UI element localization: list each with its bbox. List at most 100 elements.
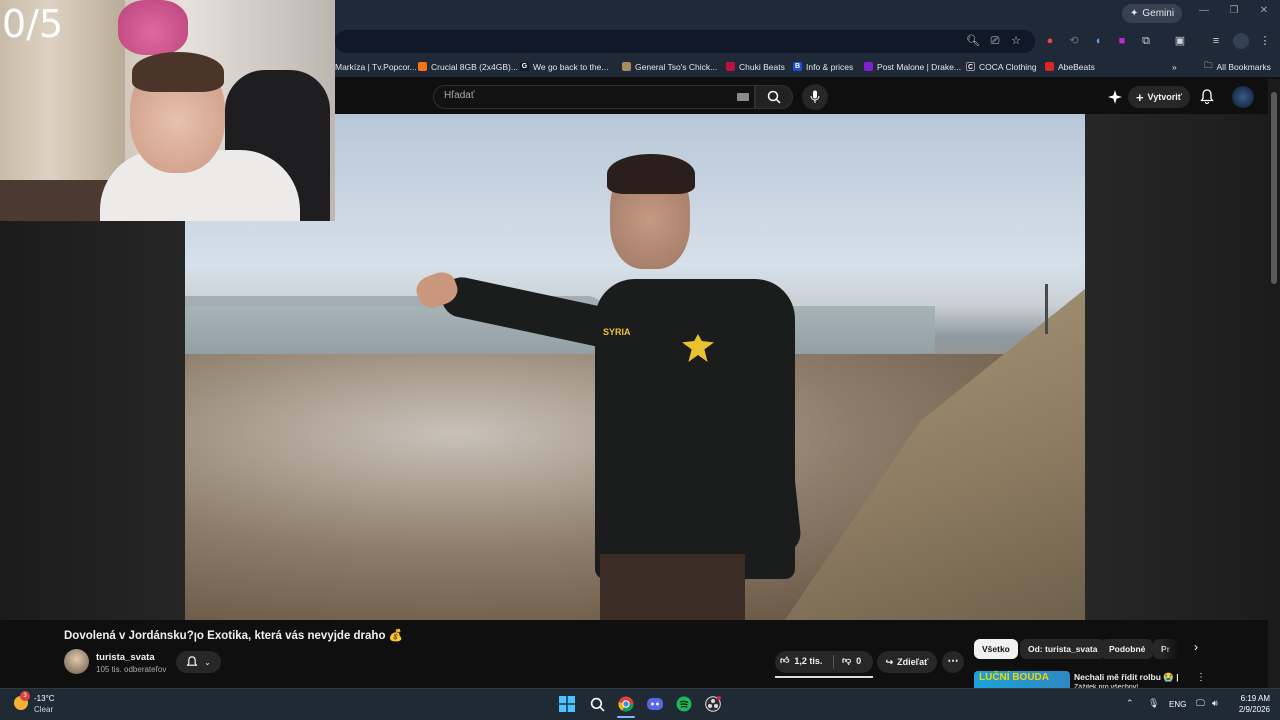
search-icon bbox=[767, 90, 781, 104]
thumbs-down-icon: 👎︎ bbox=[842, 655, 852, 665]
start-windows-icon[interactable] bbox=[558, 695, 576, 713]
more-actions-button[interactable]: ⋯ bbox=[942, 651, 964, 673]
thumbnail-text: LUČNÍ BOUDA bbox=[979, 672, 1049, 683]
tray-overflow-icon[interactable]: ⌃ bbox=[1126, 698, 1134, 709]
bookmark-item[interactable]: B Info & prices bbox=[793, 58, 853, 75]
bookmark-label: Post Malone | Drake... bbox=[877, 61, 961, 72]
like-button[interactable]: 👍︎ 1,2 tis. bbox=[780, 655, 822, 666]
bookmark-item[interactable]: C COCA Clothing bbox=[966, 58, 1037, 75]
sparkle-icon[interactable] bbox=[1108, 90, 1124, 106]
recommended-video-title[interactable]: Nechali mě řídit rolbu 😭 | bbox=[1074, 672, 1179, 683]
bookmark-item[interactable]: G We go back to the... bbox=[520, 58, 608, 75]
plus-icon: + bbox=[1135, 89, 1144, 105]
bookmark-favicon-icon: C bbox=[966, 62, 975, 71]
bookmark-favicon-icon bbox=[726, 62, 735, 71]
video-title: Dovolená v Jordánsku?ꞁo Exotika, která v… bbox=[64, 630, 403, 642]
weather-temperature: -13°C bbox=[34, 694, 55, 703]
cast-icon[interactable]: ⎚ bbox=[987, 33, 1003, 49]
chrome-icon[interactable] bbox=[617, 695, 635, 713]
obs-icon[interactable] bbox=[704, 695, 722, 713]
channel-name[interactable]: turista_svata bbox=[96, 652, 155, 663]
bookmark-item[interactable]: Markíza | Tv.Popcor... bbox=[335, 58, 417, 75]
bookmarks-overflow-icon[interactable]: » bbox=[1172, 58, 1177, 75]
subscription-bell-button[interactable]: ⌄ bbox=[176, 651, 221, 673]
extension-blue-icon[interactable]: ◖ bbox=[1090, 33, 1106, 49]
chips-fade bbox=[1160, 637, 1180, 661]
tray-mic-icon[interactable]: 🎙︎ bbox=[1148, 698, 1159, 709]
dislike-count: 0 bbox=[856, 655, 862, 666]
profile-avatar-icon[interactable] bbox=[1233, 33, 1249, 49]
clock-date[interactable]: 2/9/2026 bbox=[1234, 705, 1270, 714]
notifications-bell-icon[interactable] bbox=[1200, 89, 1216, 105]
network-icon[interactable]: 🖵︎ bbox=[1196, 698, 1205, 709]
search-button[interactable] bbox=[755, 85, 793, 109]
zoom-icon[interactable]: 🔍︎ bbox=[965, 33, 981, 49]
dislike-button[interactable]: 👎︎ 0 bbox=[842, 655, 861, 666]
bookmark-item[interactable]: Chuki Beats bbox=[726, 58, 785, 75]
gemini-label: Gemini bbox=[1142, 8, 1175, 19]
bookmark-item[interactable]: General Tso's Chick... bbox=[622, 58, 717, 75]
chip-related[interactable]: Podobné bbox=[1101, 639, 1154, 659]
weather-badge: 3 bbox=[20, 691, 30, 701]
extensions-puzzle-icon[interactable]: ⧉ bbox=[1138, 33, 1154, 49]
person-shorts bbox=[600, 554, 745, 620]
folder-icon: 🗀 bbox=[1204, 59, 1213, 70]
account-avatar[interactable] bbox=[1232, 86, 1254, 108]
reading-list-icon[interactable]: ≡ bbox=[1208, 33, 1224, 49]
chevron-right-icon[interactable]: › bbox=[1188, 640, 1204, 658]
chip-all[interactable]: Všetko bbox=[974, 639, 1018, 659]
channel-avatar[interactable] bbox=[64, 649, 89, 674]
search-input[interactable] bbox=[433, 85, 755, 109]
spotify-icon[interactable] bbox=[675, 695, 693, 713]
bookmark-item[interactable]: Post Malone | Drake... bbox=[864, 58, 961, 75]
bookmark-favicon-icon bbox=[1045, 62, 1054, 71]
active-app-indicator bbox=[617, 716, 635, 718]
restore-button[interactable]: ❐ bbox=[1224, 5, 1244, 21]
scrollbar-thumb[interactable] bbox=[1271, 92, 1277, 284]
input-language[interactable]: ENG bbox=[1169, 700, 1186, 709]
chevron-down-icon: ⌄ bbox=[204, 657, 211, 667]
discord-icon[interactable] bbox=[646, 695, 664, 713]
bookmark-favicon-icon bbox=[622, 62, 631, 71]
bookmark-label: Info & prices bbox=[806, 61, 854, 72]
gemini-icon: ✦ bbox=[1130, 8, 1139, 19]
tab-search-icon[interactable]: ▣ bbox=[1172, 33, 1188, 49]
browser-menu-icon[interactable]: ⋮ bbox=[1257, 33, 1273, 49]
chip-from-channel[interactable]: Od: turista_svata bbox=[1020, 639, 1106, 659]
close-window-button[interactable]: ✕ bbox=[1254, 5, 1274, 21]
keyboard-icon[interactable] bbox=[737, 93, 749, 101]
bookmark-item[interactable]: AbeBeats bbox=[1045, 58, 1095, 75]
bookmark-label: Markíza | Tv.Popcor... bbox=[335, 61, 417, 72]
voice-search-button[interactable] bbox=[802, 84, 828, 110]
clock-time[interactable]: 6:19 AM bbox=[1234, 694, 1270, 703]
bookmark-label: Chuki Beats bbox=[739, 61, 785, 72]
bell-icon bbox=[186, 656, 198, 666]
minimize-button[interactable]: — bbox=[1194, 5, 1214, 21]
recommended-more-icon[interactable]: ⋮ bbox=[1196, 672, 1206, 683]
all-bookmarks-button[interactable]: 🗀 All Bookmarks bbox=[1204, 58, 1271, 75]
bookmark-item[interactable]: Crucial 8GB (2x4GB)... bbox=[418, 58, 518, 75]
share-label: Zdieľať bbox=[897, 657, 929, 667]
like-count: 1,2 tis. bbox=[794, 655, 823, 666]
windows-taskbar bbox=[0, 688, 1280, 720]
bookmark-favicon-icon: B bbox=[793, 62, 802, 71]
extension-gray-icon[interactable]: ⟲ bbox=[1066, 33, 1082, 49]
bookmark-star-icon[interactable]: ☆ bbox=[1008, 33, 1024, 49]
bookmark-favicon-icon bbox=[418, 62, 427, 71]
webcam-overlay: 0/5 bbox=[0, 0, 335, 221]
extension-red-icon[interactable]: ● bbox=[1042, 33, 1058, 49]
bookmark-label: COCA Clothing bbox=[979, 61, 1037, 72]
gemini-button[interactable]: ✦ Gemini bbox=[1122, 4, 1183, 23]
streamer-hair bbox=[132, 52, 224, 92]
extension-purple-icon[interactable]: ■ bbox=[1114, 33, 1130, 49]
share-button[interactable]: ↪ Zdieľať bbox=[877, 651, 937, 673]
all-bookmarks-label: All Bookmarks bbox=[1216, 61, 1271, 72]
volume-icon[interactable]: 🔊︎ bbox=[1212, 698, 1218, 709]
share-arrow-icon: ↪ bbox=[885, 656, 894, 667]
create-button[interactable]: + Vytvoriť bbox=[1128, 86, 1190, 108]
bookmark-label: AbeBeats bbox=[1058, 61, 1095, 72]
taskbar-search-icon[interactable] bbox=[588, 695, 606, 713]
create-label: Vytvoriť bbox=[1147, 92, 1183, 102]
shirt-text: SYRIA bbox=[603, 327, 631, 337]
address-bar[interactable] bbox=[335, 30, 1035, 53]
